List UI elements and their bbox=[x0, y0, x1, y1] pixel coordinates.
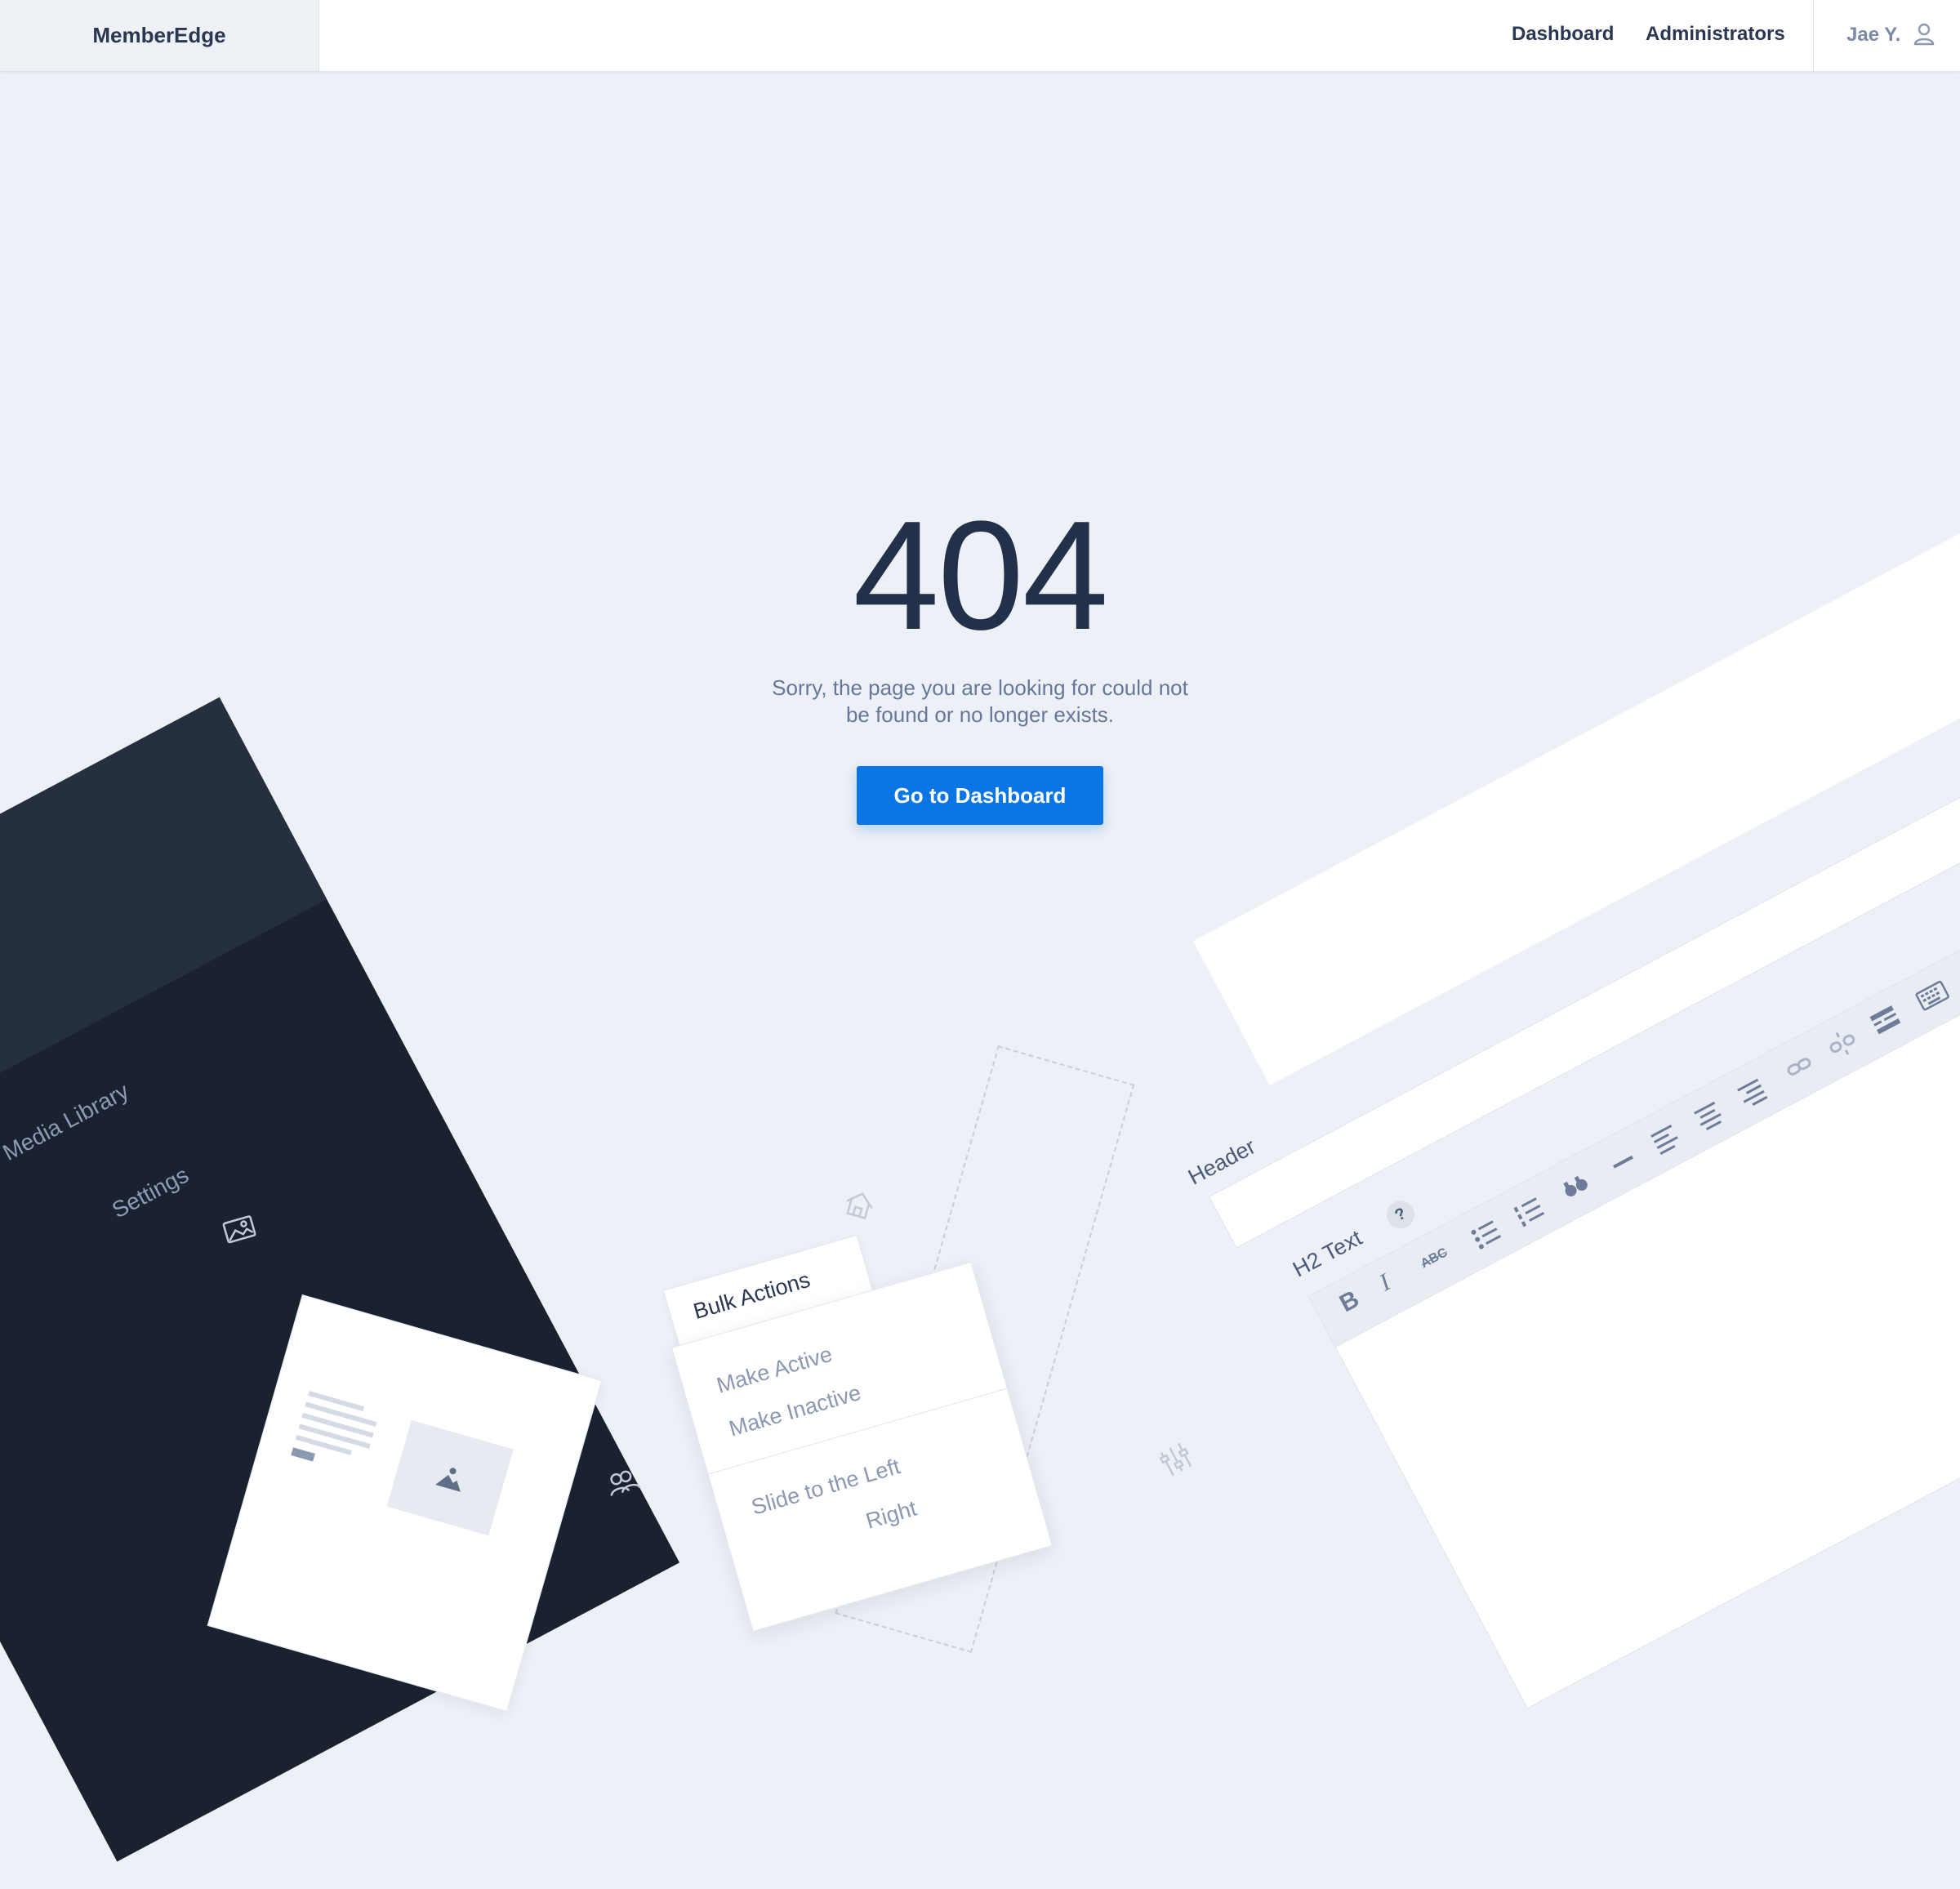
unlink-icon bbox=[1829, 1031, 1855, 1055]
bullet-list-icon bbox=[1471, 1220, 1502, 1250]
error-message: Sorry, the page you are looking for coul… bbox=[772, 675, 1188, 727]
user-name[interactable]: Jae Y. bbox=[1846, 24, 1900, 47]
horizontal-rule-icon bbox=[1613, 1155, 1633, 1169]
read-more-icon bbox=[1869, 1005, 1901, 1035]
illustration-sidebar-item-settings: Settings bbox=[108, 1161, 193, 1223]
link-icon bbox=[1787, 1058, 1811, 1076]
nav-dashboard-link[interactable]: Dashboard bbox=[1512, 0, 1614, 71]
users-icon bbox=[610, 1470, 641, 1496]
nav-administrators-link[interactable]: Administrators bbox=[1646, 0, 1785, 71]
illustration-sidebar: t Media Library Settings bbox=[0, 697, 680, 1862]
mountain-icon bbox=[435, 1468, 461, 1492]
align-left-icon bbox=[1650, 1125, 1678, 1156]
user-icon[interactable] bbox=[1912, 22, 1936, 47]
go-to-dashboard-button[interactable]: Go to Dashboard bbox=[857, 766, 1103, 825]
user-menu[interactable]: Jae Y. bbox=[1813, 0, 1960, 71]
quote-icon bbox=[1563, 1175, 1588, 1196]
align-center-icon bbox=[1694, 1101, 1722, 1130]
italic-icon: I bbox=[1374, 1268, 1395, 1297]
menu-option-slide-right: Right bbox=[862, 1495, 920, 1534]
image-icon bbox=[222, 1215, 256, 1244]
top-navbar: MemberEdge Dashboard Administrators Jae … bbox=[0, 0, 1960, 72]
illustration-image-placeholder bbox=[386, 1419, 514, 1536]
brand-logo[interactable]: MemberEdge bbox=[0, 0, 319, 71]
error-content: 404 Sorry, the page you are looking for … bbox=[0, 490, 1960, 825]
numbered-list-icon bbox=[1513, 1197, 1545, 1227]
menu-option-make-active: Make Active bbox=[714, 1341, 835, 1398]
bold-icon: B bbox=[1335, 1285, 1364, 1318]
error-code: 404 bbox=[853, 489, 1108, 662]
align-right-icon bbox=[1737, 1078, 1768, 1106]
keyboard-icon bbox=[1915, 980, 1949, 1011]
illustration-sidebar-item-media-library: Media Library bbox=[0, 1078, 133, 1166]
text-lines-icon bbox=[291, 1391, 377, 1462]
help-icon: ? bbox=[1381, 1196, 1419, 1234]
strikethrough-icon: ABC bbox=[1418, 1245, 1450, 1272]
sliders-icon bbox=[1159, 1442, 1192, 1477]
home-icon bbox=[846, 1192, 873, 1220]
